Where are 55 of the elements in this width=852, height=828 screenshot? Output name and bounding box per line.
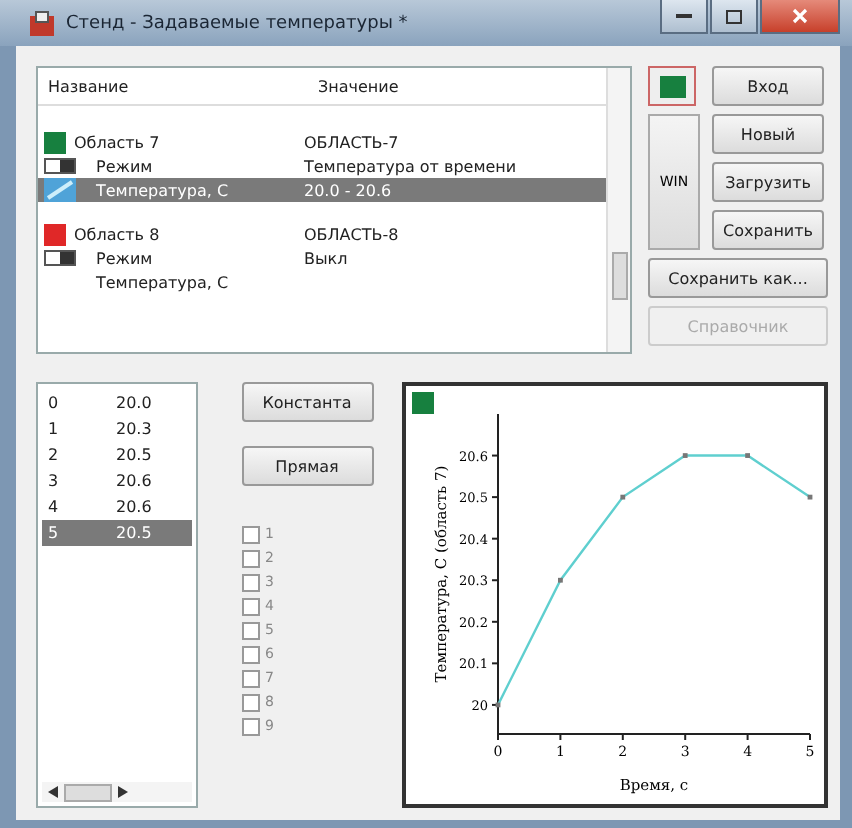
column-header[interactable]: Значение <box>308 77 606 95</box>
left-arrow-icon[interactable] <box>48 786 58 798</box>
tree-row[interactable]: Режим Выкл <box>38 246 606 270</box>
data-point <box>745 453 750 458</box>
curve-icon <box>44 178 76 202</box>
window-title: Стенд - Задаваемые температуры * <box>66 13 410 33</box>
data-point <box>495 702 501 708</box>
close-icon <box>792 8 808 24</box>
group-value: ОБЛАСТЬ-7 <box>304 133 401 151</box>
group-value: ОБЛАСТЬ-8 <box>304 225 401 243</box>
minimize-button[interactable] <box>660 0 708 34</box>
checkbox[interactable] <box>241 573 259 591</box>
close-button[interactable] <box>760 0 840 34</box>
list-row[interactable]: 4 20.6 <box>42 494 191 520</box>
toggle-icon <box>44 158 76 174</box>
toggle-icon <box>44 250 76 266</box>
list-row[interactable]: 1 20.3 <box>42 416 191 442</box>
scrollbar[interactable] <box>606 68 630 352</box>
list-row[interactable]: 0 20.0 <box>42 390 191 416</box>
data-point <box>682 453 688 458</box>
list-row[interactable]: 2 20.5 <box>42 442 191 468</box>
color-button[interactable] <box>648 66 696 106</box>
maximize-icon <box>726 9 742 23</box>
tree-row[interactable]: Режим Температура от времени <box>38 154 606 178</box>
app-icon <box>28 9 56 37</box>
tool-button[interactable]: Прямая <box>241 446 373 486</box>
checkbox[interactable] <box>241 645 259 663</box>
list-row[interactable]: 5 20.5 <box>42 520 191 546</box>
action-button[interactable]: Новый <box>712 114 824 154</box>
group-name[interactable]: Область 8 <box>74 225 160 243</box>
column-header[interactable]: Название <box>38 77 308 95</box>
checkbox[interactable] <box>241 693 259 711</box>
checkbox[interactable] <box>241 669 259 687</box>
checkbox[interactable] <box>241 621 259 639</box>
tree-row[interactable]: Температура, С <box>38 270 606 294</box>
group-name[interactable]: Область 7 <box>74 133 160 151</box>
scrollbar[interactable] <box>42 782 191 802</box>
action-button[interactable]: Вход <box>712 66 824 106</box>
data-point <box>558 577 563 583</box>
list-row[interactable]: 3 20.6 <box>42 468 191 494</box>
color-swatch <box>412 392 434 414</box>
checkbox[interactable] <box>241 597 259 615</box>
action-button[interactable]: Загрузить <box>712 162 824 202</box>
action-button[interactable]: Сохранить как... <box>648 258 828 298</box>
maximize-button[interactable] <box>710 0 758 34</box>
tree-row[interactable]: Температура, С 20.0 - 20.6 <box>38 178 606 202</box>
minimize-icon <box>676 13 692 19</box>
action-button[interactable]: Сохранить <box>712 210 824 250</box>
data-point <box>807 494 813 500</box>
data-point <box>620 494 626 500</box>
checkbox[interactable] <box>241 549 259 567</box>
checkbox[interactable] <box>241 525 259 543</box>
tool-button[interactable]: Константа <box>241 382 373 422</box>
right-arrow-icon[interactable] <box>118 786 128 798</box>
checkbox[interactable] <box>241 717 259 735</box>
